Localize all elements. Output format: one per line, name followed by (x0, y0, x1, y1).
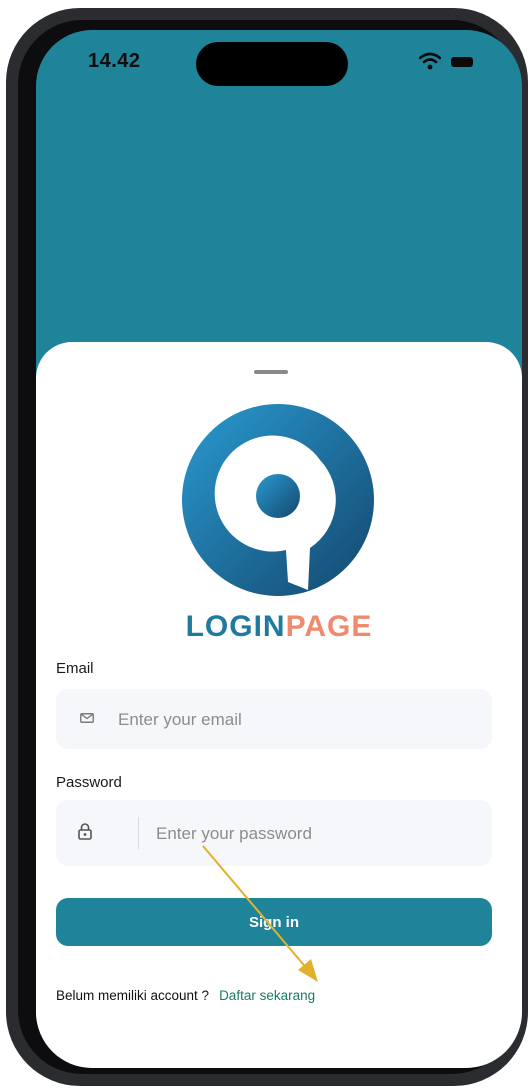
sheet-handle[interactable] (254, 370, 288, 374)
register-link[interactable]: Daftar sekarang (219, 988, 315, 1003)
mail-icon (80, 713, 94, 723)
login-sheet: LOGINPAGE Email Password Sign in Belum m… (36, 342, 522, 1068)
logo-word-login: LOGIN (185, 610, 286, 643)
password-input[interactable] (154, 800, 478, 868)
password-label: Password (56, 774, 122, 791)
email-field[interactable] (56, 689, 492, 751)
status-time: 14.42 (88, 50, 141, 72)
email-input[interactable] (116, 689, 480, 751)
battery-icon (451, 57, 473, 67)
register-prompt-text: Belum memiliki account ? (56, 988, 210, 1003)
password-divider (138, 817, 139, 849)
sign-in-button[interactable]: Sign in (56, 898, 492, 946)
logo-word-page: PAGE (285, 610, 373, 643)
app-screen: 14.42 LOGINPAGE Email Enter your email P… (36, 30, 522, 1068)
lock-icon (78, 823, 92, 840)
dynamic-island (196, 42, 348, 86)
logo-wordmark: LOGINPAGE (36, 610, 522, 644)
wifi-icon (419, 52, 441, 70)
password-field[interactable] (56, 800, 492, 868)
logo-icon (182, 404, 374, 596)
email-label: Email (56, 660, 94, 677)
register-prompt: Belum memiliki account ? Daftar sekarang (56, 988, 315, 1003)
